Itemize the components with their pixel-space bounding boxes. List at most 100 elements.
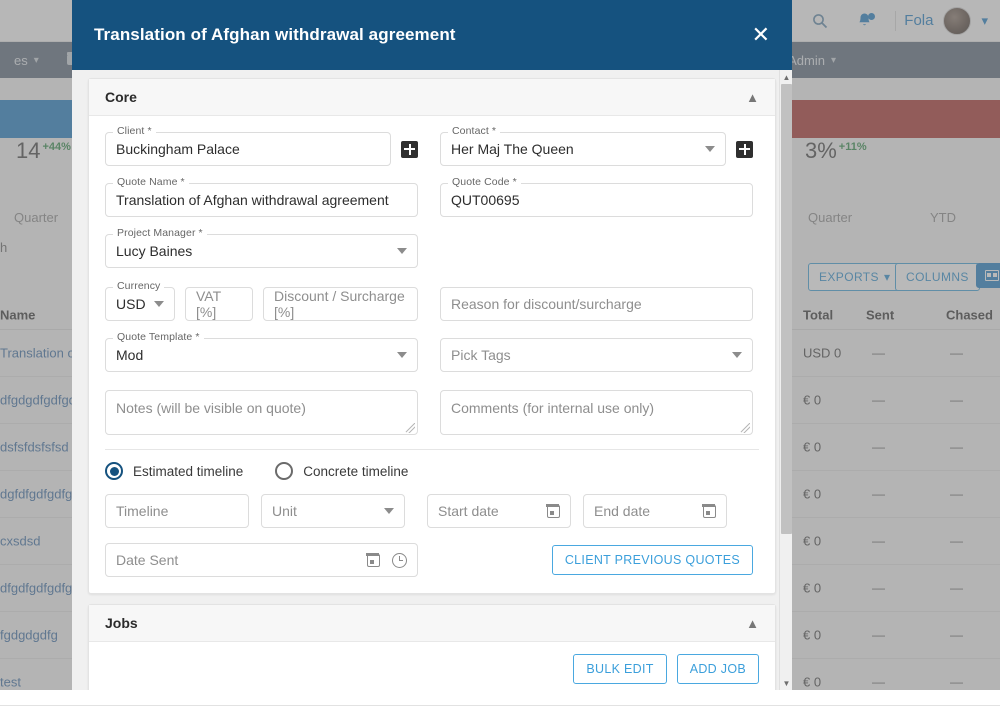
pick-tags-select[interactable]: Pick Tags (440, 338, 753, 372)
quote-code-field[interactable]: Quote Code * QUT00695 (440, 183, 753, 217)
timeline-mode-radio-group: Estimated timeline Concrete timeline (105, 462, 759, 480)
dialog-title: Translation of Afghan withdrawal agreeme… (94, 25, 456, 45)
client-label: Client * (113, 125, 156, 137)
project-manager-value: Lucy Baines (116, 243, 192, 259)
section-divider (105, 449, 759, 450)
date-sent-placeholder: Date Sent (116, 552, 178, 568)
add-job-button[interactable]: ADD JOB (677, 654, 759, 684)
notes-placeholder: Notes (will be visible on quote) (116, 400, 306, 416)
date-sent-field[interactable]: Date Sent (105, 543, 418, 577)
client-value: Buckingham Palace (116, 141, 240, 157)
jobs-section-body: BULK EDIT ADD JOB (89, 642, 775, 690)
start-date-placeholder: Start date (438, 503, 499, 519)
jobs-section-card: Jobs ▲ BULK EDIT ADD JOB (88, 604, 776, 690)
project-manager-select[interactable]: Lucy Baines (105, 234, 418, 268)
currency-select[interactable]: USD (105, 287, 175, 321)
quote-name-field[interactable]: Quote Name * Translation of Afghan withd… (105, 183, 418, 217)
calendar-icon[interactable] (367, 554, 380, 567)
client-field[interactable]: Client * Buckingham Palace (105, 132, 391, 166)
calendar-icon[interactable] (547, 505, 560, 518)
dialog-scrollbar[interactable]: ▲ ▼ (779, 70, 792, 690)
core-section-title: Core (105, 89, 137, 105)
close-icon[interactable]: ✕ (752, 24, 770, 46)
comments-placeholder: Comments (for internal use only) (451, 400, 654, 416)
notes-field[interactable]: Notes (will be visible on quote) (105, 390, 418, 435)
discount-placeholder: Discount / Surcharge [%] (274, 288, 407, 320)
vat-field[interactable]: VAT [%] (185, 287, 253, 321)
clock-icon[interactable] (392, 553, 407, 568)
dialog-scroll-area: Core ▲ Client * Buckingham Palace (72, 70, 792, 690)
project-manager-field[interactable]: Project Manager * Lucy Baines (105, 234, 418, 268)
date-sent-input[interactable]: Date Sent (105, 543, 418, 577)
timeline-input[interactable]: Timeline (105, 494, 249, 528)
quote-code-input[interactable]: QUT00695 (440, 183, 753, 217)
scroll-down-icon[interactable]: ▼ (780, 676, 792, 690)
end-date-input[interactable]: End date (583, 494, 727, 528)
chevron-down-icon (397, 352, 407, 358)
end-date-field[interactable]: End date (583, 494, 727, 528)
client-previous-quotes-button[interactable]: CLIENT PREVIOUS QUOTES (552, 545, 753, 575)
estimated-timeline-radio[interactable] (105, 462, 123, 480)
bulk-edit-button[interactable]: BULK EDIT (573, 654, 666, 684)
core-section-header[interactable]: Core ▲ (89, 79, 775, 116)
resize-grip-icon[interactable] (740, 423, 750, 433)
add-contact-icon[interactable] (736, 141, 753, 158)
concrete-timeline-label[interactable]: Concrete timeline (303, 464, 408, 479)
pick-tags-field[interactable]: Pick Tags (440, 338, 753, 372)
concrete-timeline-radio[interactable] (275, 462, 293, 480)
quote-template-select[interactable]: Mod (105, 338, 418, 372)
chevron-up-icon[interactable]: ▲ (746, 616, 759, 631)
timeline-placeholder: Timeline (116, 503, 168, 519)
quote-edit-dialog: Translation of Afghan withdrawal agreeme… (72, 0, 792, 690)
discount-field[interactable]: Discount / Surcharge [%] (263, 287, 418, 321)
unit-placeholder: Unit (272, 503, 297, 519)
quote-code-value: QUT00695 (451, 192, 519, 208)
contact-select[interactable]: Her Maj The Queen (440, 132, 726, 166)
end-date-placeholder: End date (594, 503, 650, 519)
chevron-down-icon (397, 248, 407, 254)
unit-field[interactable]: Unit (261, 494, 405, 528)
comments-field[interactable]: Comments (for internal use only) (440, 390, 753, 435)
vat-placeholder: VAT [%] (196, 288, 242, 320)
pick-tags-placeholder: Pick Tags (451, 347, 511, 363)
client-input[interactable]: Buckingham Palace (105, 132, 391, 166)
chevron-down-icon (705, 146, 715, 152)
chevron-up-icon[interactable]: ▲ (746, 90, 759, 105)
core-section-body: Client * Buckingham Palace Contact * (89, 116, 775, 593)
contact-field[interactable]: Contact * Her Maj The Queen (440, 132, 726, 166)
radio-dot (110, 467, 119, 476)
chevron-down-icon (732, 352, 742, 358)
calendar-icon[interactable] (703, 505, 716, 518)
comments-textarea[interactable]: Comments (for internal use only) (440, 390, 753, 435)
resize-grip-icon[interactable] (405, 423, 415, 433)
start-date-field[interactable]: Start date (427, 494, 571, 528)
quote-name-input[interactable]: Translation of Afghan withdrawal agreeme… (105, 183, 418, 217)
jobs-section-title: Jobs (105, 615, 138, 631)
core-section-card: Core ▲ Client * Buckingham Palace (88, 78, 776, 594)
quote-name-value: Translation of Afghan withdrawal agreeme… (116, 192, 389, 208)
currency-label: Currency (113, 280, 164, 292)
add-client-icon[interactable] (401, 141, 418, 158)
discount-input[interactable]: Discount / Surcharge [%] (263, 287, 418, 321)
reason-input[interactable]: Reason for discount/surcharge (440, 287, 753, 321)
vat-input[interactable]: VAT [%] (185, 287, 253, 321)
chevron-down-icon (384, 508, 394, 514)
jobs-section-header[interactable]: Jobs ▲ (89, 605, 775, 642)
notes-textarea[interactable]: Notes (will be visible on quote) (105, 390, 418, 435)
scroll-up-icon[interactable]: ▲ (780, 70, 792, 84)
quote-name-label: Quote Name * (113, 176, 189, 188)
reason-placeholder: Reason for discount/surcharge (451, 296, 642, 312)
dialog-header: Translation of Afghan withdrawal agreeme… (72, 0, 792, 70)
timeline-field[interactable]: Timeline (105, 494, 249, 528)
scrollbar-thumb[interactable] (781, 84, 792, 534)
currency-field[interactable]: Currency USD (105, 287, 175, 321)
quote-template-field[interactable]: Quote Template * Mod (105, 338, 418, 372)
unit-select[interactable]: Unit (261, 494, 405, 528)
start-date-input[interactable]: Start date (427, 494, 571, 528)
estimated-timeline-label[interactable]: Estimated timeline (133, 464, 243, 479)
contact-label: Contact * (448, 125, 500, 137)
currency-value: USD (116, 296, 146, 312)
quote-template-label: Quote Template * (113, 331, 204, 343)
reason-field[interactable]: Reason for discount/surcharge (440, 287, 753, 321)
quote-code-label: Quote Code * (448, 176, 521, 188)
